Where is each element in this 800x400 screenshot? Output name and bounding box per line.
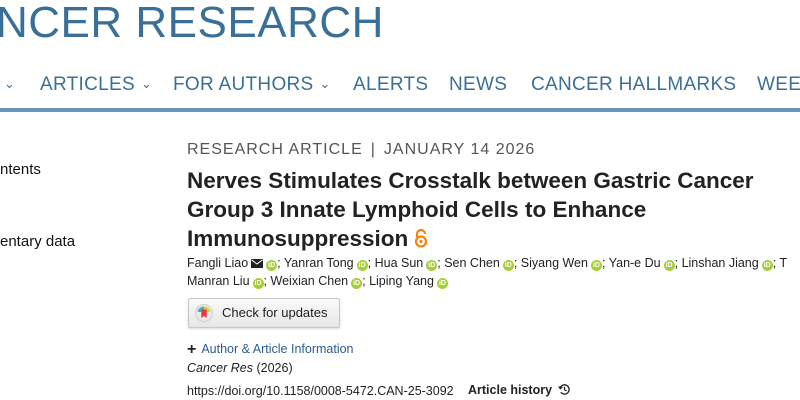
check-for-updates-button[interactable]: Check for updates [188, 298, 340, 328]
author-name[interactable]: T [779, 256, 787, 270]
author-entry: Linshan Jiang iD; [682, 256, 780, 271]
author-name[interactable]: Sen Chen [444, 256, 500, 270]
article-history-toggle[interactable]: Article history [468, 383, 571, 397]
author-name[interactable]: Siyang Wen [521, 256, 588, 270]
nav-item-articles[interactable]: ARTICLES ⌄ [40, 74, 152, 96]
orcid-icon[interactable]: iD [426, 260, 438, 271]
author-separator: ; [263, 274, 268, 288]
open-access-lock-icon [414, 226, 428, 255]
author-separator: ; [601, 256, 606, 270]
history-clock-icon [552, 383, 571, 397]
orcid-icon[interactable]: iD [356, 260, 368, 271]
nav-item-partial[interactable]: ⌄ [0, 74, 15, 96]
author-name[interactable]: Fangli Liao [187, 256, 248, 270]
orcid-icon[interactable]: iD [502, 260, 514, 271]
doi-link[interactable]: https://doi.org/10.1158/0008-5472.CAN-25… [187, 384, 454, 398]
check-for-updates-label: Check for updates [222, 305, 328, 320]
journal-title[interactable]: NCER RESEARCH [0, 0, 384, 48]
sidebar-item-supplementary-data[interactable]: entary data [0, 233, 75, 250]
author-entry: Weixian Chen iD; [271, 274, 370, 289]
author-article-info-label: Author & Article Information [201, 342, 354, 356]
article-title: Nerves Stimulates Crosstalk between Gast… [187, 166, 800, 255]
author-entry: Yanran Tong iD; [284, 256, 375, 271]
plus-icon: + [187, 341, 197, 358]
nav-item-alerts[interactable]: ALERTS [353, 74, 428, 96]
orcid-icon[interactable]: iD [761, 260, 773, 271]
article-title-line: Nerves Stimulates Crosstalk between Gast… [187, 168, 754, 193]
article-history-label: Article history [468, 383, 553, 397]
article-title-line: Group 3 Innate Lymphoid Cells to Enhance [187, 197, 647, 222]
author-entry: Sen Chen iD; [444, 256, 521, 271]
orcid-icon[interactable]: iD [252, 278, 264, 289]
author-name[interactable]: Linshan Jiang [682, 256, 759, 270]
author-article-info-toggle[interactable]: + Author & Article Information [187, 340, 354, 358]
nav-item-partial-right[interactable]: WEE [757, 74, 800, 96]
author-separator: ; [437, 256, 441, 270]
author-separator: ; [367, 256, 372, 270]
orcid-icon[interactable]: iD [663, 260, 675, 271]
nav-item-for-authors[interactable]: FOR AUTHORS ⌄ [173, 74, 331, 96]
nav-item-news[interactable]: NEWS [449, 74, 507, 96]
author-name[interactable]: Yanran Tong [284, 256, 354, 270]
envelope-icon[interactable] [251, 256, 264, 273]
author-name[interactable]: Hua Sun [375, 256, 424, 270]
main-nav: ⌄ ARTICLES ⌄ FOR AUTHORS ⌄ ALERTS NEWS CAN… [0, 62, 800, 108]
author-entry: Liping Yang iD [369, 274, 448, 289]
author-list: Fangli Liao iD; Yanran Tong iD; Hua Sun iD;… [187, 255, 800, 290]
author-name[interactable]: Liping Yang [369, 274, 434, 288]
author-entry: Hua Sun iD; [375, 256, 445, 271]
author-separator: ; [277, 256, 281, 270]
author-entry: Siyang Wen iD; [521, 256, 609, 271]
author-entry: Manran Liu iD; [187, 274, 271, 289]
author-separator: ; [513, 256, 518, 270]
author-entry: Fangli Liao iD; [187, 256, 284, 273]
chevron-down-icon: ⌄ [319, 76, 331, 91]
author-name[interactable]: Weixian Chen [271, 274, 349, 288]
author-entry: T [779, 256, 787, 270]
author-separator: ; [362, 274, 366, 288]
author-name[interactable]: Manran Liu [187, 274, 250, 288]
orcid-icon[interactable]: iD [266, 260, 278, 271]
article-type-date: RESEARCH ARTICLE | JANUARY 14 2026 [187, 141, 535, 159]
nav-divider [0, 108, 800, 112]
author-line: Manran Liu iD; Weixian Chen iD; Liping Yan… [187, 273, 800, 290]
chevron-down-icon: ⌄ [140, 76, 153, 91]
nav-item-cancer-hallmarks[interactable]: CANCER HALLMARKS [531, 74, 736, 96]
chevron-down-icon: ⌄ [4, 76, 16, 91]
author-line: Fangli Liao iD; Yanran Tong iD; Hua Sun iD;… [187, 255, 800, 273]
journal-citation: Cancer Res (2026) [187, 361, 293, 375]
author-separator: ; [772, 256, 777, 270]
orcid-icon[interactable]: iD [590, 260, 602, 271]
author-name[interactable]: Yan-e Du [609, 256, 661, 270]
crossmark-icon [195, 304, 213, 327]
article-type: RESEARCH ARTICLE [187, 141, 363, 158]
separator: | [370, 141, 376, 158]
sidebar-item-contents[interactable]: ntents [0, 161, 41, 178]
orcid-icon[interactable]: iD [436, 278, 448, 289]
article-title-line: Immunosuppression [187, 226, 409, 251]
journal-name: Cancer Res [187, 361, 253, 375]
orcid-icon[interactable]: iD [351, 278, 363, 289]
author-entry: Yan-e Du iD; [609, 256, 682, 271]
author-separator: ; [674, 256, 679, 270]
publication-date: JANUARY 14 2026 [383, 141, 536, 158]
journal-year: (2026) [256, 361, 293, 375]
